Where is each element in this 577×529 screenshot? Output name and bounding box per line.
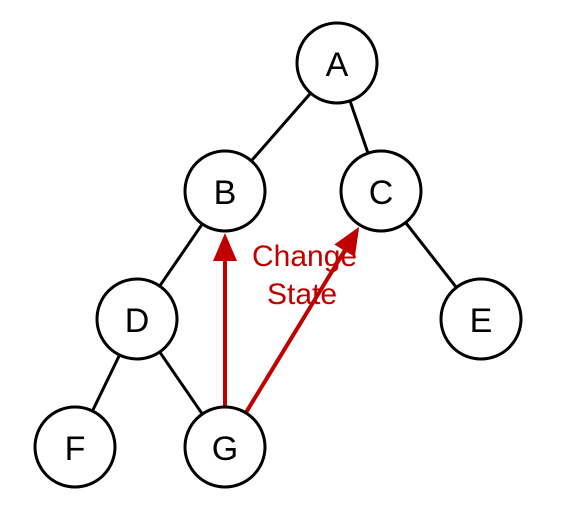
node-label-F: F (65, 430, 86, 468)
node-label-E: E (470, 302, 493, 340)
edge-B-D (160, 224, 203, 286)
node-label-A: A (326, 46, 349, 84)
node-label-G: G (212, 430, 238, 468)
node-B: B (185, 151, 265, 231)
annotation-line1: Change (252, 240, 357, 273)
node-F: F (35, 407, 115, 487)
node-A: A (297, 23, 377, 103)
edge-A-B (251, 93, 310, 161)
annotation-layer: Change State (252, 240, 357, 311)
edge-D-F (92, 355, 119, 411)
edge-D-G (160, 352, 203, 414)
tree-diagram: A B C D E F G Change State (0, 0, 577, 529)
node-D: D (97, 279, 177, 359)
node-G: G (185, 407, 265, 487)
annotation-line2: State (267, 278, 337, 311)
node-C: C (341, 151, 421, 231)
node-label-B: B (214, 174, 237, 212)
edge-C-E (406, 223, 457, 288)
node-E: E (441, 279, 521, 359)
node-label-D: D (125, 302, 150, 340)
node-label-C: C (369, 174, 394, 212)
edge-A-C (350, 101, 368, 153)
